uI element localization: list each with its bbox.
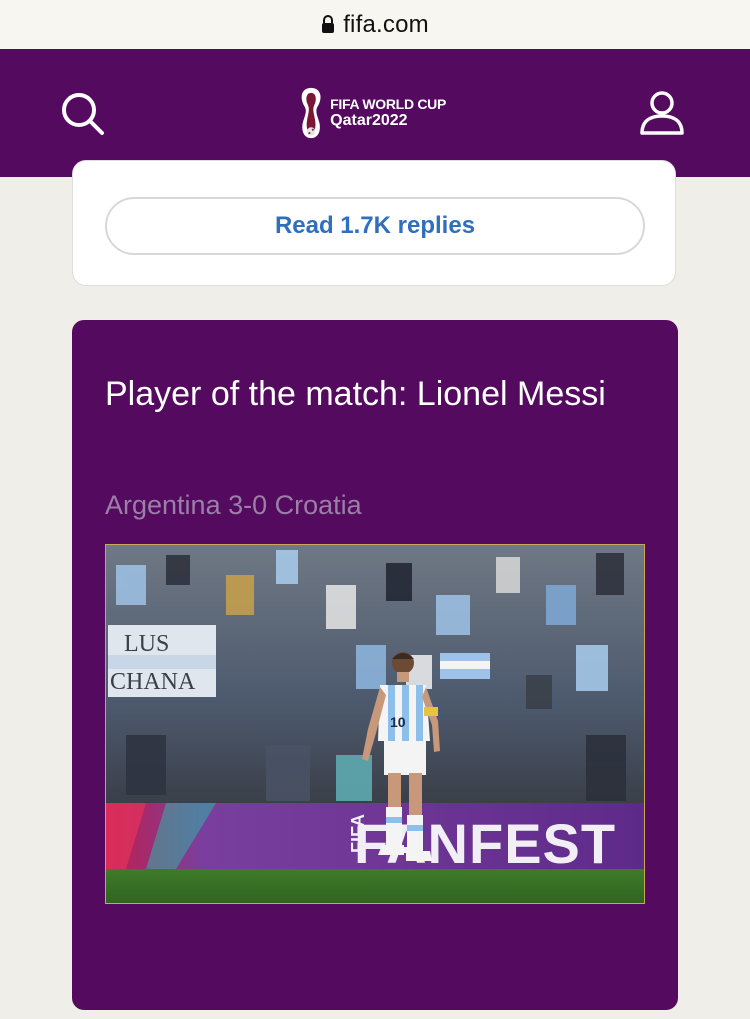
shirt-number: 10 [390, 714, 406, 730]
browser-url-bar[interactable]: fifa.com [0, 0, 750, 49]
search-icon[interactable] [60, 91, 106, 137]
url-text: fifa.com [343, 10, 429, 38]
read-replies-button[interactable]: Read 1.7K replies [105, 197, 645, 255]
comments-card: Read 1.7K replies [72, 160, 676, 286]
card-title: Player of the match: Lionel Messi [105, 375, 606, 413]
world-cup-emblem-icon [301, 87, 321, 139]
match-score: Argentina 3-0 Croatia [105, 490, 362, 520]
messi-photo[interactable]: LUS CHANA FIFA FANFEST 10 [105, 544, 645, 904]
lock-icon [322, 14, 335, 33]
fifa-world-cup-logo[interactable]: FIFA WORLD CUP Qatar2022 [296, 77, 446, 149]
logo-text-line2: Qatar2022 [330, 112, 408, 129]
site-header: FIFA WORLD CUP Qatar2022 [0, 49, 750, 177]
photo-illustration: LUS CHANA FIFA FANFEST 10 [106, 545, 644, 903]
crowd-banner-text-1: LUS [124, 631, 169, 657]
user-icon[interactable] [638, 89, 686, 137]
player-of-the-match-card: Player of the match: Lionel Messi Argent… [72, 320, 678, 1010]
logo-text-line1: FIFA WORLD CUP [330, 96, 446, 112]
crowd-banner-text-2: CHANA [110, 669, 196, 695]
